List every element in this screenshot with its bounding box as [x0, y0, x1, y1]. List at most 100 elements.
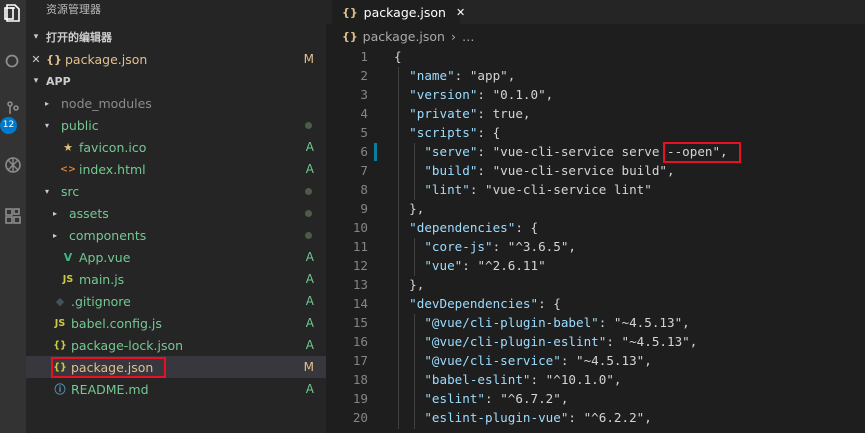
code-line: "eslint-plugin-vue": "^6.2.2",: [424, 410, 652, 425]
line-number: 4: [360, 106, 368, 121]
open-editors-header[interactable]: ▾ 打开的编辑器: [26, 26, 326, 48]
tree-item[interactable]: {} package-lock.json A: [26, 334, 326, 356]
tree-item-label: assets: [69, 205, 109, 221]
breadcrumb-file[interactable]: package.json: [363, 29, 445, 44]
code-line: "babel-eslint": "^10.1.0",: [424, 372, 622, 387]
tree-item[interactable]: ⓘ README.md A: [26, 378, 326, 400]
status-dot: [305, 209, 312, 217]
line-number: 3: [360, 87, 368, 102]
tree-item[interactable]: ◆ .gitignore A: [26, 290, 326, 312]
code-line: "core-js": "^3.6.5",: [424, 239, 577, 254]
breadcrumb-more[interactable]: …: [462, 29, 475, 44]
line-number: 17: [352, 353, 368, 368]
file-type-icon: V: [63, 250, 73, 264]
scm-badge: 12: [0, 117, 17, 134]
status-badge: M: [303, 360, 314, 374]
code-line: "build": "vue-cli-service build",: [424, 163, 675, 178]
tree-item-label: components: [69, 227, 147, 243]
extensions-icon[interactable]: [0, 203, 26, 229]
status-badge: M: [303, 52, 314, 66]
file-type-icon: JS: [62, 273, 74, 285]
open-editor-label: package.json: [65, 51, 148, 67]
tree-item[interactable]: ▾ public: [26, 114, 326, 136]
chevron-right-icon[interactable]: ▸: [50, 209, 60, 218]
status-badge: A: [305, 316, 314, 330]
line-number: 13: [352, 277, 368, 292]
tree-item[interactable]: V App.vue A: [26, 246, 326, 268]
tree-item[interactable]: JS main.js A: [26, 268, 326, 290]
status-badge: A: [305, 338, 314, 352]
code-line: "eslint": "^6.7.2",: [424, 391, 569, 406]
status-badge: A: [305, 250, 314, 264]
code-line: "devDependencies": {: [409, 296, 561, 311]
line-number: 9: [360, 201, 368, 216]
status-dot: [305, 231, 312, 239]
close-icon[interactable]: ✕: [26, 53, 46, 66]
tree-item-label: favicon.ico: [79, 139, 147, 155]
tab-label: package.json: [363, 4, 446, 20]
status-dot: [305, 121, 312, 129]
tree-item[interactable]: ▸ assets: [26, 202, 326, 224]
tree-item-label: index.html: [79, 161, 146, 177]
tree-item-label: package-lock.json: [71, 337, 184, 353]
file-type-icon: ◆: [55, 294, 65, 308]
code-line: "private": true,: [409, 106, 531, 121]
braces-icon: {}: [46, 52, 62, 66]
chevron-down-icon: ▾: [33, 76, 39, 86]
status-badge: A: [305, 140, 314, 154]
chevron-down-icon[interactable]: ▾: [42, 121, 52, 130]
tab-package-json[interactable]: {} package.json ✕: [332, 0, 465, 24]
explorer-title: 资源管理器: [46, 3, 101, 16]
open-editors-label: 打开的编辑器: [46, 31, 112, 44]
braces-icon: {}: [342, 29, 358, 43]
chevron-right-icon[interactable]: ▸: [50, 231, 60, 240]
code-line: {: [394, 49, 402, 64]
tree-item-label: .gitignore: [71, 293, 131, 309]
code-line: "@vue/cli-service": "~4.5.13",: [424, 353, 652, 368]
file-type-icon: ★: [63, 140, 73, 154]
file-type-icon: {}: [53, 339, 67, 351]
tree-item-label: node_modules: [61, 95, 152, 111]
tree-item-label: App.vue: [79, 249, 131, 265]
tree-item[interactable]: ▸ components: [26, 224, 326, 246]
code-line: "name": "app",: [409, 68, 516, 83]
tree-item-label: public: [61, 117, 99, 133]
file-type-icon: JS: [54, 317, 66, 329]
tree-item-label: README.md: [71, 381, 149, 397]
line-number: 6: [360, 144, 368, 159]
explorer-icon[interactable]: [0, 0, 26, 26]
close-icon[interactable]: ✕: [456, 6, 465, 19]
chevron-down-icon[interactable]: ▾: [42, 187, 52, 196]
line-number: 5: [360, 125, 368, 140]
tab-bar: {} package.json ✕: [326, 0, 865, 24]
search-icon[interactable]: [0, 49, 26, 75]
line-number: 8: [360, 182, 368, 197]
file-type-icon: <>: [60, 163, 76, 175]
highlight-box: [51, 357, 166, 378]
line-number: 16: [352, 334, 368, 349]
line-number: 2: [360, 68, 368, 83]
tree-item[interactable]: ★ favicon.ico A: [26, 136, 326, 158]
tree-item[interactable]: JS babel.config.js A: [26, 312, 326, 334]
code-line: "vue": "^2.6.11": [424, 258, 546, 273]
highlight-box: [663, 142, 741, 163]
open-editor-item[interactable]: ✕ {} package.json M: [26, 48, 326, 70]
chevron-right-icon[interactable]: ▸: [42, 99, 52, 108]
code-line: "lint": "vue-cli-service lint": [424, 182, 652, 197]
code-line: "@vue/cli-plugin-babel": "~4.5.13",: [424, 315, 690, 330]
code-editor[interactable]: 1 {2 "name": "app", 3 "version": "0.1.0", 4…: [326, 48, 865, 433]
tree-item[interactable]: ▸ node_modules: [26, 92, 326, 114]
tree-item[interactable]: ▾ src: [26, 180, 326, 202]
tree-item[interactable]: <> index.html A: [26, 158, 326, 180]
activity-bar: 12: [0, 0, 26, 433]
line-number: 10: [352, 220, 368, 235]
code-line: "@vue/cli-plugin-eslint": "~4.5.13",: [424, 334, 698, 349]
line-number: 11: [352, 239, 368, 254]
debug-icon[interactable]: [0, 152, 26, 178]
line-number: 1: [360, 49, 368, 64]
status-badge: A: [305, 272, 314, 286]
tree-item-label: babel.config.js: [71, 315, 162, 331]
folder-header[interactable]: ▾ APP: [26, 70, 326, 92]
code-line: "dependencies": {: [409, 220, 539, 235]
line-number: 18: [352, 372, 368, 387]
